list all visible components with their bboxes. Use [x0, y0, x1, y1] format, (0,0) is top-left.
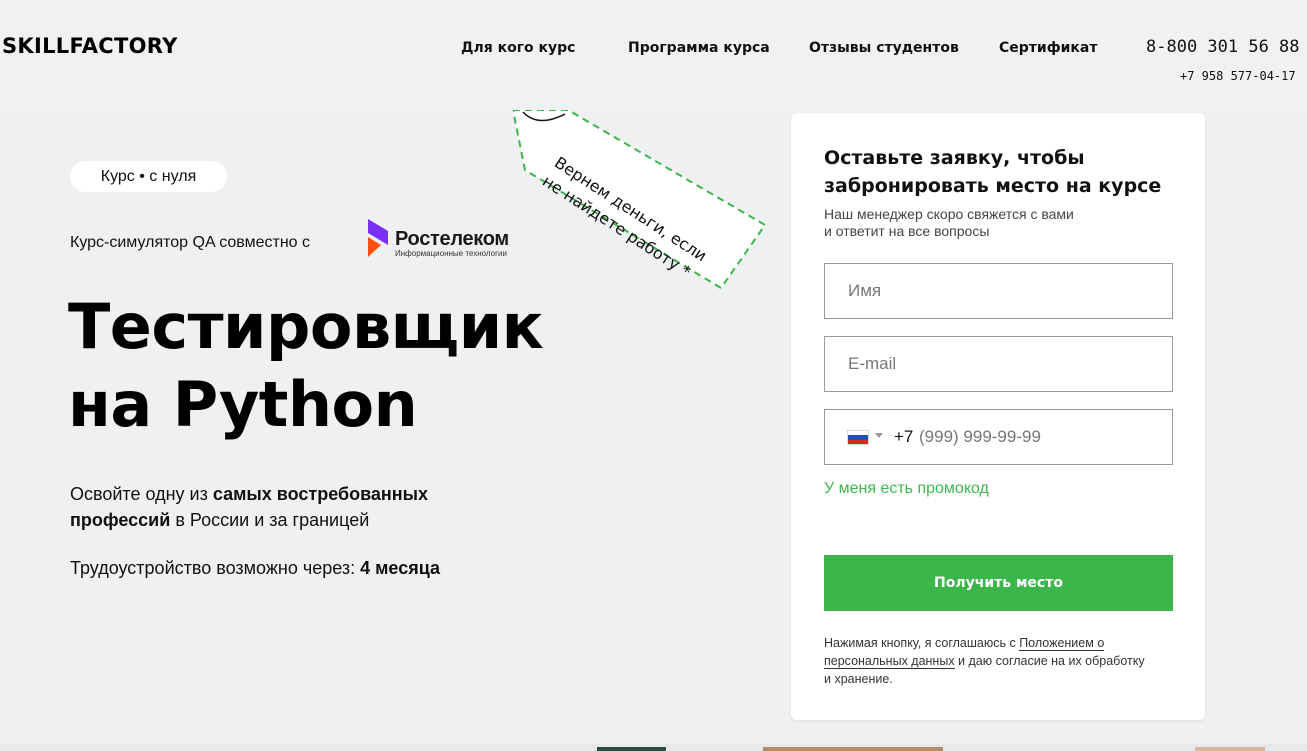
russia-flag-icon[interactable]	[847, 430, 869, 445]
get-place-button[interactable]: Получить место	[824, 555, 1173, 611]
skillfactory-logo[interactable]: SKILLFACTORY	[2, 34, 178, 58]
dial-code: +7	[894, 427, 914, 446]
desc-text-2: в России и за границей	[170, 510, 370, 530]
title-line-2: на Python	[68, 368, 418, 441]
strip-image-1	[597, 747, 666, 751]
course-level-badge: Курс • с нуля	[70, 161, 227, 192]
rostelecom-mark-icon	[368, 219, 388, 257]
promo-code-link[interactable]: У меня есть промокод	[824, 480, 989, 498]
rostelecom-name: Ростелеком	[395, 228, 509, 250]
consent-text: Нажимая кнопку, я соглашаюсь с Положение…	[824, 634, 1154, 688]
consent-prefix: Нажимая кнопку, я соглашаюсь с	[824, 636, 1020, 650]
desc-text-1: Освойте одну из	[70, 484, 213, 504]
partner-caption: Курс-симулятор QA совместно с	[70, 234, 311, 251]
employment-value: 4 месяца	[360, 558, 441, 578]
page-title: Тестировщик на Python	[68, 288, 544, 444]
rostelecom-subtitle: Информационные технологии	[395, 249, 507, 258]
nav-for-whom[interactable]: Для кого курс	[461, 40, 575, 56]
form-subtitle-line-1: Наш менеджер скоро свяжется с вами	[824, 206, 1074, 222]
strip-image-2	[763, 747, 943, 751]
employment-info: Трудоустройство возможно через: 4 месяца	[70, 558, 440, 579]
form-subtitle-line-2: и ответит на все вопросы	[824, 223, 990, 239]
email-input[interactable]	[824, 336, 1173, 392]
name-input[interactable]	[824, 263, 1173, 319]
hero-description: Освойте одну из самых востребованных про…	[70, 481, 530, 533]
phone-field: +7	[824, 409, 1173, 465]
nav-reviews[interactable]: Отзывы студентов	[809, 40, 959, 56]
employment-label: Трудоустройство возможно через:	[70, 558, 361, 578]
phone-input[interactable]	[919, 418, 1159, 456]
site-header: SKILLFACTORY Для кого курс Программа кур…	[0, 0, 1307, 110]
chevron-down-icon[interactable]	[875, 433, 883, 438]
form-title: Оставьте заявку, чтобы забронировать мес…	[824, 147, 1162, 197]
phone-secondary[interactable]: +7 958 577-04-17	[1180, 69, 1296, 83]
title-line-1: Тестировщик	[68, 290, 544, 363]
nav-certificate[interactable]: Сертификат	[999, 40, 1097, 56]
phone-main[interactable]: 8-800 301 56 88	[1146, 37, 1300, 57]
nav-program[interactable]: Программа курса	[628, 40, 770, 56]
strip-image-3	[1195, 747, 1265, 751]
signup-form-card: Оставьте заявку, чтобы забронировать мес…	[791, 113, 1205, 720]
form-subtitle: Наш менеджер скоро свяжется с вами и отв…	[824, 206, 1194, 240]
